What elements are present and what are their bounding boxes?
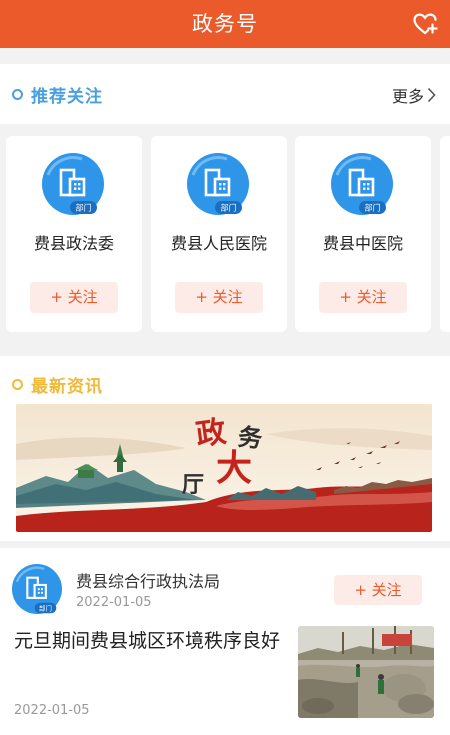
department-badge: 部门 (221, 203, 237, 213)
top-bar: 政务号 (0, 0, 450, 48)
recommend-section-header: 推荐关注 更多 (0, 64, 450, 124)
news-date: 2022-01-05 (14, 703, 90, 718)
next-card-peek[interactable] (440, 136, 450, 332)
follow-button[interactable]: + 关注 (175, 282, 263, 313)
latest-section: 最新资讯 政 务 大 厅 (0, 356, 450, 541)
chevron-right-icon (427, 87, 436, 103)
department-badge: 部门 (39, 603, 52, 612)
recommend-title: 推荐关注 (31, 87, 103, 107)
government-hall-banner[interactable]: 政 务 大 厅 (16, 404, 432, 532)
more-link[interactable]: 更多 (392, 83, 436, 107)
circle-bullet-icon (12, 379, 23, 390)
news-org-name[interactable]: 费县综合行政执法局 (76, 568, 220, 592)
recommend-card[interactable]: 部门 费县中医院 + 关注 (295, 136, 431, 332)
news-headline[interactable]: 元旦期间费县城区环境秩序良好 (14, 626, 286, 657)
latest-title-group: 最新资讯 (12, 372, 103, 397)
department-avatar-icon: 部门 (187, 153, 249, 215)
banner-char: 大 (216, 447, 252, 489)
more-label: 更多 (391, 87, 424, 106)
account-name: 费县政法委 (33, 234, 114, 253)
follow-button[interactable]: + 关注 (319, 282, 407, 313)
follow-button[interactable]: + 关注 (30, 282, 118, 313)
recommend-card[interactable]: 部门 费县政法委 + 关注 (6, 136, 142, 332)
department-avatar-icon: 部门 (12, 564, 62, 614)
news-item[interactable]: 部门 费县综合行政执法局 2022-01-05 + 关注 元旦期间费县城区环境秩… (0, 548, 450, 735)
recommend-cards: 部门 费县政法委 + 关注 部门 费县人民医院 + 关注 部门 费县中医院 + … (0, 124, 450, 344)
department-avatar-icon: 部门 (42, 153, 104, 215)
news-thumbnail[interactable] (298, 626, 434, 718)
recommend-card[interactable]: 部门 费县人民医院 + 关注 (151, 136, 287, 332)
news-org-date: 2022-01-05 (76, 595, 152, 610)
department-badge: 部门 (76, 203, 92, 213)
latest-title: 最新资讯 (31, 377, 103, 397)
account-name: 费县人民医院 (170, 234, 267, 253)
department-badge: 部门 (365, 203, 381, 213)
recommend-title-group: 推荐关注 (12, 82, 103, 107)
department-avatar-icon: 部门 (331, 153, 393, 215)
circle-bullet-icon (12, 89, 23, 100)
follow-button[interactable]: + 关注 (334, 575, 422, 605)
account-name: 费县中医院 (322, 234, 403, 253)
page-title: 政务号 (192, 12, 258, 36)
banner-char: 厅 (182, 472, 204, 498)
heart-plus-icon[interactable] (412, 11, 438, 37)
